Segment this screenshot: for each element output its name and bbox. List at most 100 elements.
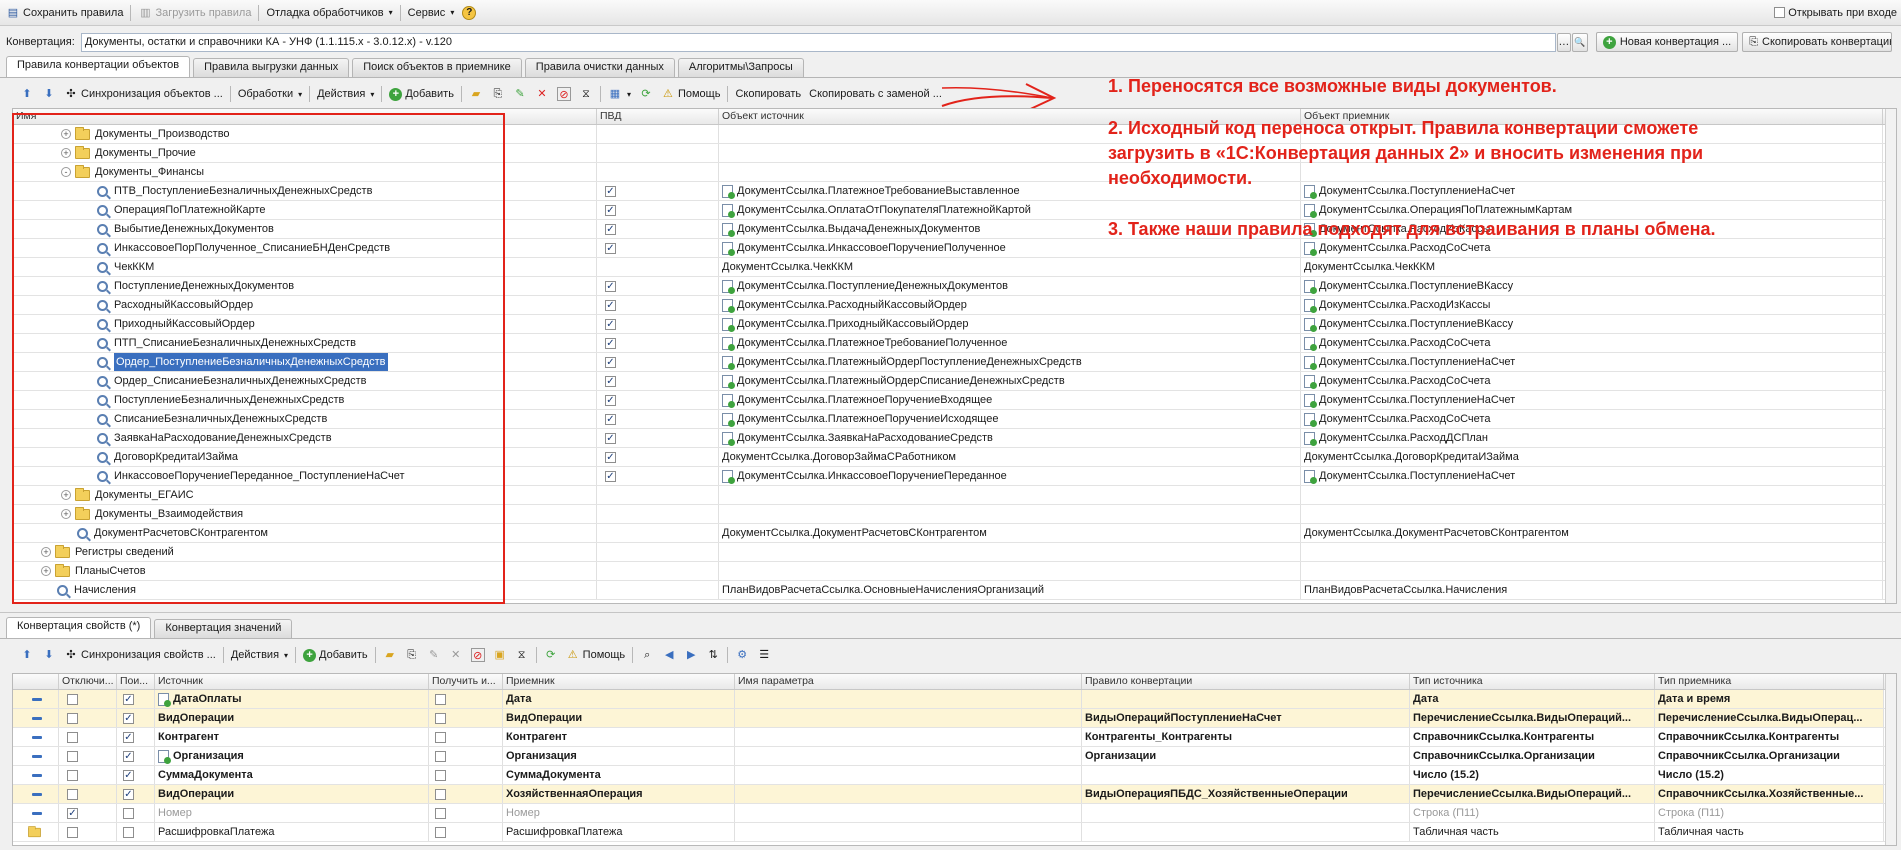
rules-scrollbar[interactable] [1885, 109, 1896, 603]
filter-button[interactable]: ⧖ [575, 85, 597, 103]
get-cell[interactable] [429, 785, 503, 803]
pvd-cell[interactable] [597, 562, 719, 580]
get-cell[interactable] [429, 728, 503, 746]
save-rules-button[interactable]: ▤ Сохранить правила [2, 4, 127, 22]
disabled-checkbox[interactable] [67, 731, 78, 743]
new-conversion-button[interactable]: + Новая конвертация ... [1595, 32, 1739, 52]
col-target-type[interactable]: Тип приемника [1655, 674, 1884, 689]
pvd-checkbox[interactable]: ✓ [605, 375, 616, 387]
pvd-cell[interactable]: ✓ [597, 448, 719, 466]
search-checkbox[interactable]: ✓ [123, 750, 134, 762]
pvd-checkbox[interactable]: ✓ [605, 299, 616, 311]
edit-button[interactable]: ✎ [423, 646, 445, 664]
col-source[interactable]: Источник [155, 674, 429, 689]
table-row[interactable]: ✓ СуммаДокумента СуммаДокумента Число (15.2… [13, 766, 1896, 785]
move-up-button[interactable]: ⬆ [16, 85, 38, 103]
pvd-cell[interactable]: ✓ [597, 372, 719, 390]
col-source-type[interactable]: Тип источника [1410, 674, 1655, 689]
add-button[interactable]: + Добавить [385, 85, 458, 103]
table-row[interactable]: ✓ Контрагент Контрагент Контрагенты_Контраг… [13, 728, 1896, 747]
disabled-checkbox[interactable]: ✓ [67, 807, 78, 819]
pvd-cell[interactable] [597, 524, 719, 542]
pvd-cell[interactable] [597, 486, 719, 504]
search-checkbox[interactable]: ✓ [123, 693, 134, 705]
get-checkbox[interactable] [435, 826, 446, 838]
pvd-cell[interactable] [597, 125, 719, 143]
col-search[interactable]: Пои... [117, 674, 155, 689]
pvd-cell[interactable]: ✓ [597, 277, 719, 295]
search-cell[interactable]: ✓ [117, 766, 155, 784]
table-row[interactable]: ✓ Номер Номер Строка (П11) Строка (П11) [13, 804, 1896, 823]
debug-handlers-menu[interactable]: Отладка обработчиков [262, 4, 396, 22]
copy-button[interactable]: Скопировать [731, 85, 805, 103]
copy-row-button[interactable]: ⎘ [487, 85, 509, 103]
disabled-cell[interactable] [59, 785, 117, 803]
actions-menu[interactable]: Действия [227, 646, 292, 664]
help-button[interactable]: ⚠ Помощь [562, 646, 630, 664]
sync-objects-button[interactable]: ✣ Синхронизация объектов ... [60, 85, 227, 103]
search-checkbox[interactable]: ✓ [123, 788, 134, 800]
open-on-entry-checkbox[interactable]: Открывать при входе [1770, 4, 1901, 22]
pvd-checkbox[interactable]: ✓ [605, 223, 616, 235]
pvd-cell[interactable]: ✓ [597, 201, 719, 219]
search-cell[interactable]: ✓ [117, 747, 155, 765]
pvd-cell[interactable] [597, 144, 719, 162]
get-checkbox[interactable] [435, 731, 446, 743]
search-cell[interactable] [117, 804, 155, 822]
select-button[interactable]: … [1556, 32, 1571, 52]
pvd-cell[interactable]: ✓ [597, 353, 719, 371]
pvd-cell[interactable] [597, 163, 719, 181]
search-checkbox[interactable]: ✓ [123, 731, 134, 743]
disabled-cell[interactable] [59, 747, 117, 765]
search-checkbox[interactable] [123, 826, 134, 838]
pvd-cell[interactable]: ✓ [597, 429, 719, 447]
search-checkbox[interactable]: ✓ [123, 769, 134, 781]
pvd-cell[interactable]: ✓ [597, 334, 719, 352]
tab-object-rules[interactable]: Правила конвертации объектов [6, 56, 191, 77]
get-cell[interactable] [429, 804, 503, 822]
pvd-checkbox[interactable]: ✓ [605, 470, 616, 482]
help-button[interactable]: ⚠ Помощь [657, 85, 725, 103]
pvd-checkbox[interactable]: ✓ [605, 280, 616, 292]
col-get[interactable]: Получить и... [429, 674, 503, 689]
handlers-menu[interactable]: Обработки [234, 85, 306, 103]
col-param-name[interactable]: Имя параметра [735, 674, 1082, 689]
copy-row-button[interactable]: ⎘ [401, 646, 423, 664]
col-pvd[interactable]: ПВД [597, 109, 719, 124]
add-folder-button[interactable]: ▰ [465, 85, 487, 103]
conversion-field[interactable]: Документы, остатки и справочники КА - УН… [80, 32, 1556, 52]
get-checkbox[interactable] [435, 750, 446, 762]
move-up-button[interactable]: ⬆ [16, 646, 38, 664]
pvd-cell[interactable]: ✓ [597, 296, 719, 314]
pvd-checkbox[interactable]: ✓ [605, 204, 616, 216]
disabled-checkbox[interactable] [67, 788, 78, 800]
pvd-cell[interactable]: ✓ [597, 239, 719, 257]
pvd-checkbox[interactable]: ✓ [605, 242, 616, 254]
add-button[interactable]: + Добавить [299, 646, 372, 664]
delete-button[interactable]: ✕ [445, 646, 467, 664]
pvd-cell[interactable] [597, 581, 719, 599]
search-cell[interactable] [117, 823, 155, 841]
pvd-checkbox[interactable]: ✓ [605, 185, 616, 197]
pvd-cell[interactable]: ✓ [597, 391, 719, 409]
get-checkbox[interactable] [435, 788, 446, 800]
filter-button[interactable]: ⧖ [511, 646, 533, 664]
pvd-cell[interactable] [597, 505, 719, 523]
col-target[interactable]: Приемник [503, 674, 735, 689]
disabled-checkbox[interactable] [67, 712, 78, 724]
get-cell[interactable] [429, 823, 503, 841]
col-disabled[interactable]: Отключи... [59, 674, 117, 689]
search-cell[interactable]: ✓ [117, 785, 155, 803]
service-menu[interactable]: Сервис [404, 4, 459, 22]
tab-algorithms[interactable]: Алгоритмы\Запросы [677, 58, 804, 77]
pvd-cell[interactable]: ✓ [597, 182, 719, 200]
tab-cleanup-rules[interactable]: Правила очистки данных [524, 58, 675, 77]
sync-properties-button[interactable]: ✣ Синхронизация свойств ... [60, 646, 220, 664]
open-search-button[interactable]: 🔍 [1571, 32, 1588, 52]
find-button[interactable]: ⌕ [636, 646, 658, 664]
copy-replace-button[interactable]: Скопировать с заменой ... [805, 85, 946, 103]
disabled-cell[interactable] [59, 823, 117, 841]
pvd-checkbox[interactable]: ✓ [605, 413, 616, 425]
disabled-checkbox[interactable] [67, 826, 78, 838]
col-marker[interactable] [13, 674, 59, 689]
